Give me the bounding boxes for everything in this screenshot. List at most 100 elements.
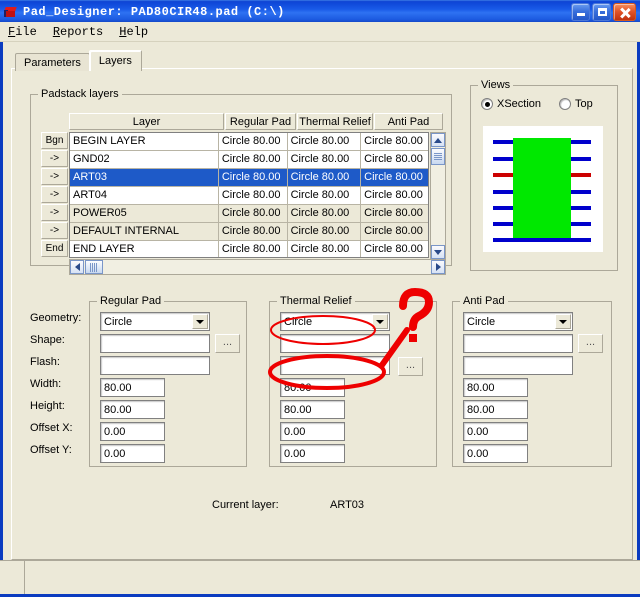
cell-thermal-relief: Circle 80.00: [288, 187, 362, 204]
regular-offset-y-field[interactable]: 0.00: [100, 444, 165, 463]
row-marker-buttons: Bgn -> -> -> -> -> End: [41, 132, 68, 258]
anti-pad-label: Anti Pad: [460, 295, 508, 307]
regular-geometry-combo[interactable]: Circle: [100, 312, 210, 331]
tab-layers[interactable]: Layers: [88, 50, 142, 71]
table-row[interactable]: POWER05 Circle 80.00 Circle 80.00 Circle…: [70, 205, 428, 223]
label-height: Height:: [30, 400, 65, 412]
regular-offset-x-field[interactable]: 0.00: [100, 422, 165, 441]
cell-regular-pad: Circle 80.00: [219, 241, 288, 257]
scroll-up-icon[interactable]: [431, 133, 445, 147]
cell-layer: ART04: [70, 187, 219, 204]
radio-top[interactable]: Top: [559, 98, 593, 110]
application-window: Pad_Designer: PAD80CIR48.pad (C:\) FFile…: [0, 0, 640, 597]
regular-width-field[interactable]: 80.00: [100, 378, 165, 397]
table-column-headers: Layer Regular Pad Thermal Relief Anti Pa…: [69, 113, 444, 130]
cell-regular-pad: Circle 80.00: [219, 151, 288, 168]
label-width: Width:: [30, 378, 62, 390]
label-offset-x: Offset X:: [30, 422, 73, 434]
regular-height-field[interactable]: 80.00: [100, 400, 165, 419]
cell-thermal-relief: Circle 80.00: [288, 241, 362, 257]
label-offset-y: Offset Y:: [30, 444, 72, 456]
table-row[interactable]: DEFAULT INTERNAL Circle 80.00 Circle 80.…: [70, 223, 428, 241]
cell-anti-pad: Circle 80.00: [364, 171, 423, 183]
window-title: Pad_Designer: PAD80CIR48.pad (C:\): [23, 4, 285, 19]
menu-item-help[interactable]: HHelpelp: [111, 23, 156, 41]
cell-layer: GND02: [70, 151, 219, 168]
views-label: Views: [478, 79, 514, 91]
row-marker-button[interactable]: ->: [41, 168, 68, 185]
column-header-layer[interactable]: Layer: [69, 113, 224, 130]
row-marker-button[interactable]: Bgn: [41, 132, 68, 149]
regular-pad-fields: Circle 80.00 80.00 0.00 0.00: [100, 312, 210, 466]
column-header-anti-pad[interactable]: Anti Pad: [374, 113, 443, 130]
thermal-height-field[interactable]: 80.00: [280, 400, 345, 419]
padstack-layers-group: Padstack layers Layer Regular Pad Therma…: [30, 88, 452, 275]
cell-regular-pad: Circle 80.00: [219, 205, 288, 222]
layers-tab-panel: Padstack layers Layer Regular Pad Therma…: [11, 68, 633, 560]
anti-width-field[interactable]: 80.00: [463, 378, 528, 397]
table-row[interactable]: GND02 Circle 80.00 Circle 80.00 Circle 8…: [70, 151, 428, 169]
menu-item-reports[interactable]: RReportseports: [45, 23, 111, 41]
anti-offset-y-field[interactable]: 0.00: [463, 444, 528, 463]
horizontal-scroll-thumb[interactable]: [85, 260, 103, 274]
close-button[interactable]: [613, 3, 636, 21]
menu-item-file[interactable]: FFileile: [0, 23, 45, 41]
radio-unselected-icon: [559, 98, 572, 110]
thermal-relief-group: Thermal Relief Circle 80.00 80.00 0.00 0…: [269, 295, 437, 467]
views-group: Views XSection Top: [470, 79, 618, 271]
column-header-thermal-relief[interactable]: Thermal Relief: [297, 113, 373, 130]
regular-flash-field[interactable]: [100, 356, 210, 375]
radio-xsection[interactable]: XSection: [481, 98, 541, 110]
table-row[interactable]: ART04 Circle 80.00 Circle 80.00 Circle 8…: [70, 187, 428, 205]
thermal-shape-field[interactable]: [280, 334, 390, 353]
scroll-left-icon[interactable]: [70, 260, 84, 274]
anti-height-field[interactable]: 80.00: [463, 400, 528, 419]
thermal-offset-y-field[interactable]: 0.00: [280, 444, 345, 463]
regular-shape-browse-button[interactable]: ...: [215, 334, 240, 353]
table-row[interactable]: END LAYER Circle 80.00 Circle 80.00 Circ…: [70, 241, 428, 257]
table-horizontal-scrollbar[interactable]: [69, 259, 446, 275]
row-marker-button[interactable]: End: [41, 240, 68, 257]
window-controls: [571, 3, 636, 21]
column-header-regular-pad[interactable]: Regular Pad: [225, 113, 296, 130]
pad-designer-icon: [3, 4, 19, 20]
vertical-scroll-thumb[interactable]: [431, 148, 445, 165]
thermal-width-field[interactable]: 80.00: [280, 378, 345, 397]
anti-pad-group: Anti Pad Circle 80.00 80.00 0.00 0.00 ..…: [452, 295, 612, 467]
anti-offset-x-field[interactable]: 0.00: [463, 422, 528, 441]
thermal-offset-x-field[interactable]: 0.00: [280, 422, 345, 441]
table-vertical-scrollbar[interactable]: [430, 132, 446, 260]
maximize-button[interactable]: [592, 3, 611, 21]
tab-parameters[interactable]: Parameters: [15, 53, 90, 71]
minimize-button[interactable]: [571, 3, 590, 21]
cell-thermal-relief: Circle 80.00: [288, 205, 362, 222]
current-layer-value: ART03: [330, 499, 365, 511]
regular-shape-field[interactable]: [100, 334, 210, 353]
chevron-down-icon[interactable]: [555, 314, 571, 329]
current-layer-label: Current layer:: [212, 499, 279, 511]
anti-flash-field[interactable]: [463, 356, 573, 375]
scroll-right-icon[interactable]: [431, 260, 445, 274]
cell-thermal-relief: Circle 80.00: [288, 133, 362, 150]
radio-selected-icon: [481, 98, 493, 110]
row-marker-button[interactable]: ->: [41, 186, 68, 203]
anti-shape-field[interactable]: [463, 334, 573, 353]
scroll-down-icon[interactable]: [431, 245, 445, 259]
chevron-down-icon[interactable]: [192, 314, 208, 329]
thermal-flash-browse-button[interactable]: ...: [398, 357, 423, 376]
cell-thermal-relief: Circle 80.00: [288, 169, 362, 186]
anti-shape-browse-button[interactable]: ...: [578, 334, 603, 353]
table-row-selected[interactable]: ART03 Circle 80.00 Circle 80.00 Circle 8…: [70, 169, 428, 187]
thermal-flash-field[interactable]: [280, 356, 390, 375]
status-bar-segment: [0, 561, 25, 594]
tab-strip: Parameters Layers: [15, 50, 142, 71]
parameter-labels: Geometry: Shape: Flash: Width: Height: O…: [30, 311, 90, 465]
cell-anti-pad: Circle 80.00: [364, 189, 423, 201]
row-marker-button[interactable]: ->: [41, 222, 68, 239]
row-marker-button[interactable]: ->: [41, 150, 68, 167]
chevron-down-icon[interactable]: [372, 314, 388, 329]
table-row[interactable]: BEGIN LAYER Circle 80.00 Circle 80.00 Ci…: [70, 133, 428, 151]
thermal-geometry-combo[interactable]: Circle: [280, 312, 390, 331]
anti-geometry-combo[interactable]: Circle: [463, 312, 573, 331]
row-marker-button[interactable]: ->: [41, 204, 68, 221]
